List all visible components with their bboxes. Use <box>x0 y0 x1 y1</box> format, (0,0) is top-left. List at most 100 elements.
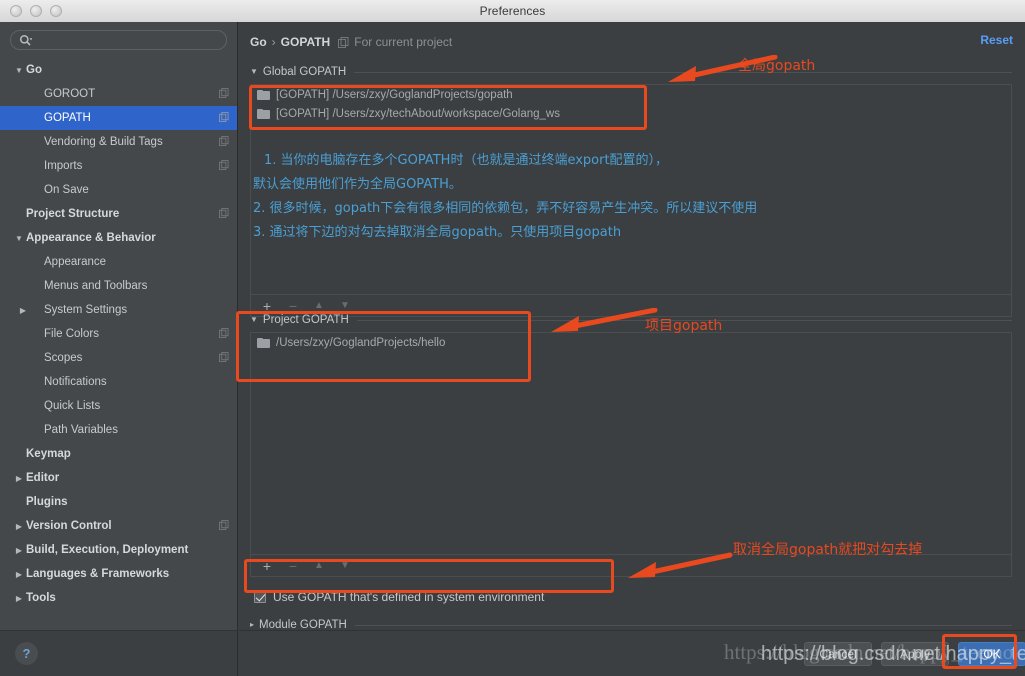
sidebar-item-label: Vendoring & Build Tags <box>44 136 163 148</box>
search-input[interactable] <box>32 34 218 46</box>
folder-icon <box>257 89 270 100</box>
sidebar-item-label: Version Control <box>26 520 112 532</box>
copy-icon[interactable] <box>219 327 229 341</box>
list-item[interactable]: [GOPATH] /Users/zxy/GoglandProjects/gopa… <box>251 85 1011 104</box>
sidebar-item-label: Path Variables <box>44 424 118 436</box>
sidebar-item-label: Appearance <box>44 256 107 268</box>
info-note-line-4: 3. 通过将下边的对勾去掉取消全局gopath。只使用项目gopath <box>253 225 622 240</box>
copy-icon[interactable] <box>219 111 229 125</box>
sidebar-item-version-control[interactable]: ▶ Version Control <box>0 514 237 538</box>
breadcrumb-separator: › <box>271 35 276 49</box>
chevron-right-icon[interactable]: ▶ <box>12 570 26 579</box>
sidebar-item-languages-frameworks[interactable]: ▶ Languages & Frameworks <box>0 562 237 586</box>
copy-icon[interactable] <box>219 519 229 533</box>
sidebar-item-editor[interactable]: ▶ Editor <box>0 466 237 490</box>
sidebar-footer: ? <box>0 630 238 676</box>
gopath-entry-label: [GOPATH] /Users/zxy/techAbout/workspace/… <box>276 107 560 120</box>
sidebar-item-goroot[interactable]: GOROOT <box>0 82 237 106</box>
global-gopath-section-header[interactable]: ▼ Global GOPATH <box>250 66 1012 78</box>
chevron-down-icon[interactable]: ▼ <box>12 234 26 243</box>
sidebar-item-keymap[interactable]: Keymap <box>0 442 237 466</box>
chevron-right-icon[interactable]: ▶ <box>16 306 30 315</box>
sidebar-item-scopes[interactable]: Scopes <box>0 346 237 370</box>
project-gopath-remove-button[interactable]: − <box>281 556 305 576</box>
project-gopath-move-up-button[interactable]: ▲ <box>307 556 331 576</box>
sidebar-item-label: Go <box>26 64 42 76</box>
info-note-line-1: 1. 当你的电脑存在多个GOPATH时（也就是通过终端export配置的）， <box>264 153 669 168</box>
annotation-global-gopath: 全局gopath <box>738 58 816 74</box>
sidebar-item-system-settings[interactable]: ▶ System Settings <box>0 298 237 322</box>
copy-icon[interactable] <box>219 351 229 365</box>
sidebar-item-imports[interactable]: Imports <box>0 154 237 178</box>
chevron-right-icon[interactable]: ▶ <box>12 522 26 531</box>
sidebar-item-plugins[interactable]: Plugins <box>0 490 237 514</box>
sidebar-item-file-colors[interactable]: File Colors <box>0 322 237 346</box>
sidebar-item-tools[interactable]: ▶ Tools <box>0 586 237 610</box>
copy-icon[interactable] <box>219 87 229 101</box>
section-rule <box>354 624 1012 626</box>
chevron-right-icon[interactable]: ▶ <box>12 546 26 555</box>
copy-icon[interactable] <box>338 36 349 48</box>
sidebar-item-project-structure[interactable]: Project Structure <box>0 202 237 226</box>
sidebar-item-label: On Save <box>44 184 89 196</box>
sidebar-item-quick-lists[interactable]: Quick Lists <box>0 394 237 418</box>
window-titlebar: Preferences <box>0 0 1025 23</box>
global-gopath-move-up-button[interactable]: ▲ <box>307 296 331 316</box>
sidebar-item-label: Imports <box>44 160 83 172</box>
project-gopath-move-down-button[interactable]: ▼ <box>333 556 357 576</box>
project-gopath-list[interactable]: /Users/zxy/GoglandProjects/hello <box>250 332 1012 555</box>
sidebar-item-gopath[interactable]: GOPATH <box>0 106 237 130</box>
preferences-window: Preferences ▼ Go GOROOT GOPATH Vendoring & B <box>0 0 1025 676</box>
sidebar-item-label: System Settings <box>44 304 128 316</box>
sidebar-item-build-execution-deployment[interactable]: ▶ Build, Execution, Deployment <box>0 538 237 562</box>
reset-link[interactable]: Reset <box>980 33 1013 47</box>
sidebar-item-label: File Colors <box>44 328 99 340</box>
use-system-gopath-label: Use GOPATH that's defined in system envi… <box>273 590 545 604</box>
folder-icon <box>257 108 270 119</box>
window-body: ▼ Go GOROOT GOPATH Vendoring & Build Tags Imp… <box>0 22 1025 676</box>
sidebar-item-label: Plugins <box>26 496 68 508</box>
sidebar-item-appearance-behavior[interactable]: ▼ Appearance & Behavior <box>0 226 237 250</box>
gopath-entry-label: /Users/zxy/GoglandProjects/hello <box>276 336 446 349</box>
list-item[interactable]: /Users/zxy/GoglandProjects/hello <box>251 333 1011 352</box>
sidebar-item-label: Scopes <box>44 352 83 364</box>
global-gopath-title: Global GOPATH <box>262 66 347 78</box>
sidebar-item-vendoring-build-tags[interactable]: Vendoring & Build Tags <box>0 130 237 154</box>
help-icon[interactable]: ? <box>15 642 38 665</box>
use-system-gopath-checkbox[interactable]: Use GOPATH that's defined in system envi… <box>254 590 544 604</box>
sidebar-item-label: Tools <box>26 592 56 604</box>
list-item[interactable]: [GOPATH] /Users/zxy/techAbout/workspace/… <box>251 104 1011 123</box>
sidebar-item-go[interactable]: ▼ Go <box>0 58 237 82</box>
global-gopath-remove-button[interactable]: − <box>281 296 305 316</box>
chevron-right-icon[interactable]: ▶ <box>12 474 26 483</box>
settings-sidebar: ▼ Go GOROOT GOPATH Vendoring & Build Tags Imp… <box>0 22 238 630</box>
sidebar-item-menus-and-toolbars[interactable]: Menus and Toolbars <box>0 274 237 298</box>
sidebar-item-label: GOPATH <box>44 112 91 124</box>
sidebar-item-path-variables[interactable]: Path Variables <box>0 418 237 442</box>
sidebar-item-label: Notifications <box>44 376 107 388</box>
copy-icon[interactable] <box>219 159 229 173</box>
sidebar-item-on-save[interactable]: On Save <box>0 178 237 202</box>
checkbox-icon[interactable] <box>254 591 266 603</box>
settings-tree: ▼ Go GOROOT GOPATH Vendoring & Build Tags Imp… <box>0 58 237 610</box>
project-gopath-add-button[interactable]: + <box>255 556 279 576</box>
chevron-right-icon[interactable]: ▶ <box>12 594 26 603</box>
global-gopath-move-down-button[interactable]: ▼ <box>333 296 357 316</box>
search-wrapper <box>0 22 237 54</box>
copy-icon[interactable] <box>219 207 229 221</box>
chevron-down-icon[interactable]: ▼ <box>12 66 26 75</box>
project-gopath-title: Project GOPATH <box>262 314 349 326</box>
folder-icon <box>257 337 270 348</box>
sidebar-item-appearance[interactable]: Appearance <box>0 250 237 274</box>
search-box[interactable] <box>10 30 227 50</box>
breadcrumb-scope-note: For current project <box>354 35 453 49</box>
sidebar-item-notifications[interactable]: Notifications <box>0 370 237 394</box>
annotation-checkbox: 取消全局gopath就把对勾去掉 <box>733 542 923 558</box>
global-gopath-add-button[interactable]: + <box>255 296 279 316</box>
copy-icon[interactable] <box>219 135 229 149</box>
sidebar-item-label: Keymap <box>26 448 71 460</box>
breadcrumb-root[interactable]: Go <box>250 35 267 49</box>
project-gopath-section-header[interactable]: ▼ Project GOPATH <box>250 314 1012 326</box>
section-rule <box>354 71 1012 73</box>
chevron-down-icon: ▼ <box>250 67 258 76</box>
